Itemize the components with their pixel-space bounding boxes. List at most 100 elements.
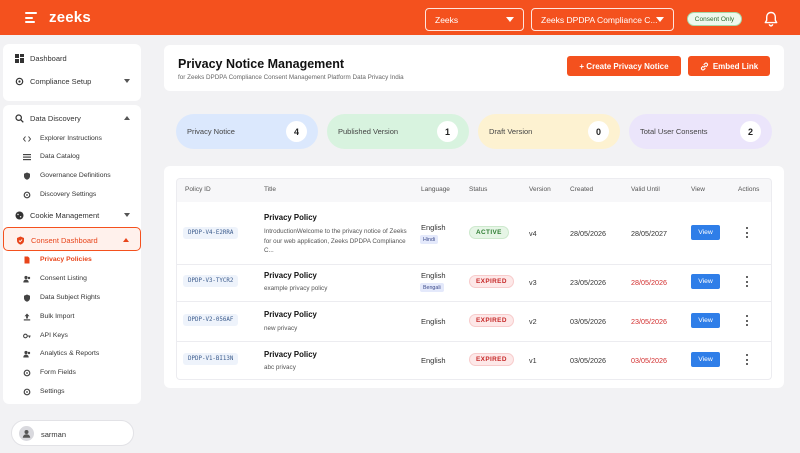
sidebar-subitem-label: Data Catalog xyxy=(40,153,80,160)
sidebar-subitem-label: Settings xyxy=(40,388,65,395)
status-badge: EXPIRED xyxy=(469,314,514,327)
sidebar-subitem-label: Explorer Instructions xyxy=(40,135,102,142)
sidebar-subitem-label: Consent Listing xyxy=(40,275,87,282)
sidebar-subitem-privacy-policies[interactable]: Privacy Policies xyxy=(3,251,141,269)
sidebar-item-label: Consent Dashboard xyxy=(31,236,98,245)
valid-until-date: 28/05/2026 xyxy=(631,278,667,287)
top-bar: zeeks Zeeks Zeeks DPDPA Compliance C... … xyxy=(0,0,800,35)
consent-only-badge: Consent Only xyxy=(687,12,742,26)
sidebar-subitem-label: Bulk Import xyxy=(40,313,75,320)
view-button[interactable]: View xyxy=(691,225,720,240)
policy-language: English xyxy=(421,223,446,232)
column-header: Policy ID xyxy=(185,186,211,193)
user-profile[interactable]: sarman xyxy=(11,420,134,446)
chevron-down-icon xyxy=(124,79,130,83)
sidebar-item-compliance-setup[interactable]: Compliance Setup xyxy=(3,69,141,93)
stat-label: Total User Consents xyxy=(640,127,708,136)
sidebar-subitem-label: API Keys xyxy=(40,332,68,339)
policy-version: v4 xyxy=(529,229,537,238)
stat-label: Published Version xyxy=(338,127,399,136)
sidebar-subitem-analytics-reports[interactable]: Analytics & Reports xyxy=(3,345,141,363)
sidebar-subitem-bulk-import[interactable]: Bulk Import xyxy=(3,308,141,326)
sidebar-item-data-discovery[interactable]: Data Discovery xyxy=(3,106,141,130)
sidebar-subitem-explorer-instructions[interactable]: Explorer Instructions xyxy=(3,130,141,148)
sidebar-subitem-consent-listing[interactable]: Consent Listing xyxy=(3,270,141,288)
policy-description: abc privacy xyxy=(264,364,296,371)
stat-label: Draft Version xyxy=(489,127,533,136)
stat-card-draft-version: Draft Version 0 xyxy=(478,114,620,149)
users-icon xyxy=(23,350,31,358)
column-header: Actions xyxy=(738,186,760,193)
organization-select-value: Zeeks xyxy=(435,14,459,25)
sidebar-subitem-form-fields[interactable]: Form Fields xyxy=(3,364,141,382)
more-actions-icon[interactable] xyxy=(744,354,750,365)
policy-language: English xyxy=(421,271,446,280)
sidebar-item-label: Data Discovery xyxy=(30,114,81,123)
key-icon xyxy=(23,332,31,340)
chevron-up-icon xyxy=(124,116,130,120)
column-header: Created xyxy=(570,186,594,193)
user-name: sarman xyxy=(41,430,67,439)
policy-id-badge: DPDP-V1-BI13N xyxy=(183,353,239,365)
sidebar-subitem-api-keys[interactable]: API Keys xyxy=(3,327,141,345)
link-icon xyxy=(700,62,708,70)
column-header: Language xyxy=(421,186,450,193)
view-button[interactable]: View xyxy=(691,313,720,328)
policy-description: new privacy xyxy=(264,325,298,332)
sidebar-item-dashboard[interactable]: Dashboard xyxy=(3,46,141,70)
policy-description: example privacy policy xyxy=(264,285,328,292)
sidebar-subitem-discovery-settings[interactable]: Discovery Settings xyxy=(3,186,141,204)
project-select[interactable]: Zeeks DPDPA Compliance C... xyxy=(531,8,674,31)
sidebar-item-consent-dashboard[interactable]: Consent Dashboard xyxy=(3,227,141,251)
chevron-down-icon xyxy=(506,17,514,22)
stat-value: 0 xyxy=(588,121,609,142)
bell-icon[interactable] xyxy=(764,11,778,27)
create-privacy-notice-button[interactable]: + Create Privacy Notice xyxy=(567,56,681,76)
column-header: View xyxy=(691,186,705,193)
created-date: 03/05/2026 xyxy=(570,356,606,365)
organization-select[interactable]: Zeeks xyxy=(425,8,524,31)
created-date: 03/05/2026 xyxy=(570,317,606,326)
valid-until-date: 03/05/2026 xyxy=(631,356,667,365)
document-icon xyxy=(23,256,31,264)
sidebar-item-cookie-management[interactable]: Cookie Management xyxy=(3,203,141,227)
sidebar-subitem-settings[interactable]: Settings xyxy=(3,383,141,401)
gear-icon xyxy=(23,191,31,199)
status-badge: EXPIRED xyxy=(469,275,514,288)
valid-until-date: 28/05/2027 xyxy=(631,229,667,238)
policy-title: Privacy Policy xyxy=(264,271,317,280)
avatar-icon xyxy=(19,426,34,441)
view-button[interactable]: View xyxy=(691,274,720,289)
embed-link-button[interactable]: Embed Link xyxy=(688,56,770,76)
policy-title: Privacy Policy xyxy=(264,350,317,359)
stat-value: 1 xyxy=(437,121,458,142)
dashboard-icon xyxy=(14,53,24,63)
sidebar-subitem-label: Governance Definitions xyxy=(40,172,111,179)
hamburger-menu-icon[interactable] xyxy=(25,12,37,23)
shield-icon xyxy=(23,294,31,302)
sidebar-subitem-data-subject-rights[interactable]: Data Subject Rights xyxy=(3,289,141,307)
shield-icon xyxy=(23,172,31,180)
sidebar-subitem-governance-definitions[interactable]: Governance Definitions xyxy=(3,167,141,185)
stat-card-total-user-consents: Total User Consents 2 xyxy=(629,114,772,149)
view-button[interactable]: View xyxy=(691,352,720,367)
sidebar-item-label: Dashboard xyxy=(30,54,67,63)
policy-version: v2 xyxy=(529,317,537,326)
status-badge: EXPIRED xyxy=(469,353,514,366)
shield-check-icon xyxy=(15,235,25,245)
column-header: Title xyxy=(264,186,277,193)
more-actions-icon[interactable] xyxy=(744,315,750,326)
code-icon xyxy=(23,135,31,143)
language-tag: Bengali xyxy=(420,283,444,292)
more-actions-icon[interactable] xyxy=(744,276,750,287)
sidebar-subitem-data-catalog[interactable]: Data Catalog xyxy=(3,148,141,166)
stat-card-privacy-notice: Privacy Notice 4 xyxy=(176,114,318,149)
column-header: Version xyxy=(529,186,551,193)
policy-title: Privacy Policy xyxy=(264,310,317,319)
more-actions-icon[interactable] xyxy=(744,227,750,238)
gear-icon xyxy=(14,76,24,86)
language-tag: Hindi xyxy=(420,235,439,244)
chevron-down-icon xyxy=(656,17,664,22)
gear-icon xyxy=(23,388,31,396)
sidebar-subitem-label: Analytics & Reports xyxy=(40,350,100,357)
